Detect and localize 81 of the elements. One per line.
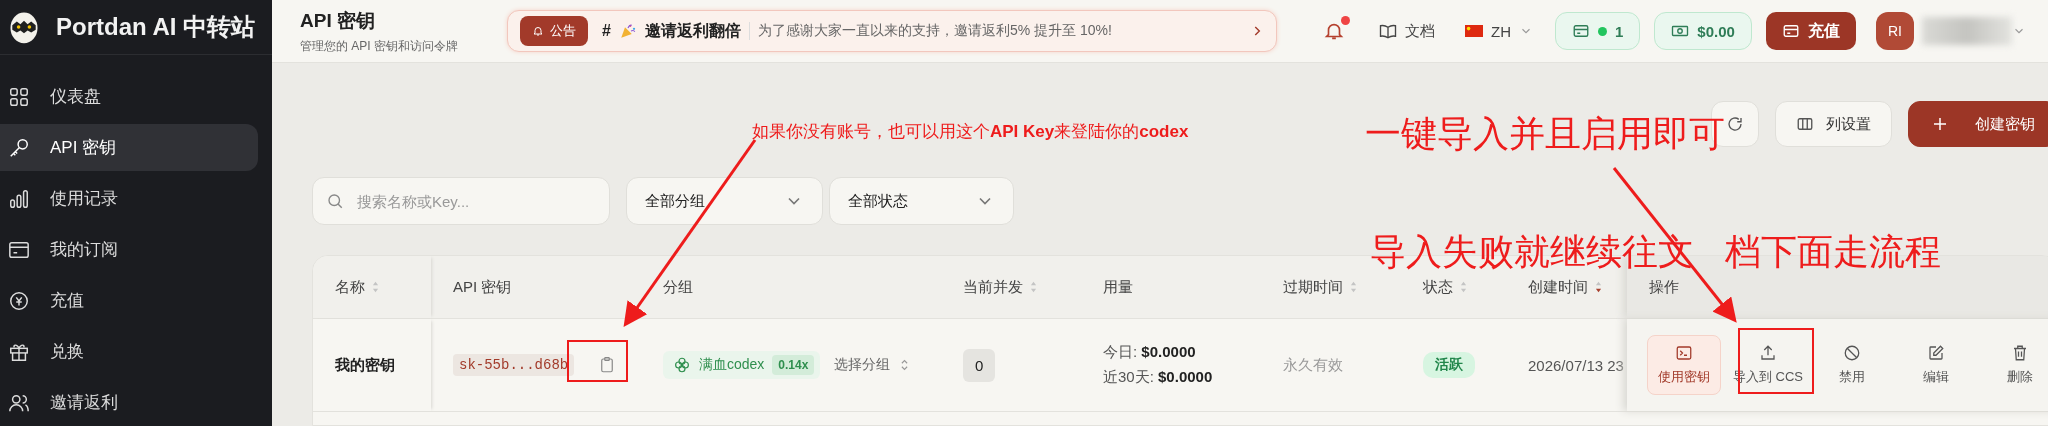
action-button[interactable]: 禁用: [1815, 335, 1889, 395]
party-popper-icon: [618, 22, 637, 40]
announcement-title: 邀请返利翻倍: [644, 20, 741, 41]
concurrency-count: 0: [963, 348, 996, 382]
sidebar-item[interactable]: 邀请返利: [0, 379, 258, 426]
column-header[interactable]: 过期时间: [1283, 277, 1358, 297]
bell-icon: [532, 25, 544, 37]
hash-mark: #: [602, 22, 611, 40]
page-subtitle: 管理您的 API 密钥和访问令牌: [300, 37, 459, 55]
group-select[interactable]: 选择分组: [834, 356, 910, 374]
sidebar-item[interactable]: 使用记录: [0, 175, 258, 222]
flag-icon: [1465, 25, 1483, 37]
created-time: 2026/07/13 23: [1528, 356, 1624, 374]
column-header[interactable]: 创建时间: [1528, 277, 1603, 297]
refresh-icon: [1726, 115, 1744, 133]
annotation-heading: 档下面走流程: [1725, 232, 1941, 272]
trash-icon: [2011, 344, 2029, 362]
sort-icon: [1349, 280, 1358, 294]
annotation-note: 如果你没有账号，也可以用这个API Key来登陆你的codex: [752, 121, 1189, 143]
edit-icon: [1927, 344, 1945, 362]
bar-chart-icon: [8, 187, 30, 210]
balance-pill[interactable]: $0.00: [1654, 12, 1752, 50]
annotation-heading: 一键导入并且启用即可: [1365, 112, 1725, 156]
sidebar-item[interactable]: API 密钥: [0, 124, 258, 171]
search-field[interactable]: 搜索名称或Key...: [312, 177, 610, 225]
terminal-icon: [1675, 344, 1693, 362]
sort-icon: [371, 280, 380, 294]
coin-icon: [8, 289, 30, 312]
create-key-button[interactable]: 创建密钥: [1908, 101, 2048, 147]
expiry-text: 永久有效: [1283, 355, 1343, 375]
user-avatar[interactable]: RI: [1875, 12, 1914, 50]
sidebar-item[interactable]: 充值: [0, 277, 258, 324]
search-icon: [326, 192, 344, 210]
brand-name: Portdan AI 中转站: [56, 12, 256, 42]
upload-icon: [1759, 344, 1777, 362]
plus-icon: [1931, 115, 1949, 133]
ban-icon: [1843, 344, 1861, 362]
sort-icon: [1029, 280, 1038, 294]
card-icon: [1572, 22, 1590, 40]
language-selector[interactable]: ZH: [1465, 22, 1533, 40]
announcement-banner[interactable]: 公告 # 邀请返利翻倍 为了感谢大家一直以来的支持，邀请返利5% 提升至 10%!: [507, 10, 1277, 52]
column-header[interactable]: 当前并发: [963, 277, 1038, 297]
column-header: 用量: [1103, 277, 1133, 297]
subscription-pill[interactable]: 1: [1555, 12, 1641, 50]
column-header[interactable]: 名称: [335, 277, 380, 297]
sidebar-item[interactable]: 我的订阅: [0, 226, 258, 273]
action-button[interactable]: 使用密钥: [1647, 335, 1721, 395]
recharge-button[interactable]: 充值: [1765, 12, 1856, 50]
column-header[interactable]: 状态: [1423, 277, 1468, 297]
rate-badge: 0.14x: [772, 355, 815, 375]
usage-today: 今日: $0.0000: [1103, 343, 1196, 362]
sort-icon: [1594, 280, 1603, 294]
highlight-box: [567, 340, 628, 382]
status-badge: 活跃: [1423, 352, 1475, 378]
column-header: 分组: [663, 277, 693, 297]
announcement-text: 为了感谢大家一直以来的支持，邀请返利5% 提升至 10%!: [757, 22, 1113, 40]
column-settings-button[interactable]: 列设置: [1775, 101, 1892, 147]
group-name: 满血codex: [699, 356, 765, 374]
status-dot: [1598, 26, 1607, 36]
updown-icon: [900, 358, 910, 372]
key-icon: [8, 136, 30, 159]
sidebar-item[interactable]: 仪表盘: [0, 73, 258, 120]
status-filter-dropdown[interactable]: 全部状态: [829, 177, 1014, 225]
sort-icon: [1459, 280, 1468, 294]
key-name: 我的密钥: [335, 355, 395, 375]
card-icon: [1781, 22, 1800, 40]
sidebar-item[interactable]: 兑换: [0, 328, 258, 375]
page-title: API 密钥: [300, 8, 376, 33]
action-button[interactable]: 删除: [1983, 335, 2048, 395]
column-header: 操作: [1649, 277, 1679, 297]
column-header: API 密钥: [453, 277, 512, 297]
book-icon: [1379, 22, 1397, 40]
knot-logo-icon: [673, 356, 691, 374]
group-filter-dropdown[interactable]: 全部分组: [626, 177, 823, 225]
usage-30-days: 近30天: $0.0000: [1103, 368, 1213, 387]
docs-link[interactable]: 文档: [1379, 21, 1435, 41]
action-button[interactable]: 编辑: [1899, 335, 1973, 395]
grid-icon: [8, 85, 30, 108]
api-key-value: sk-55b...d68b: [453, 354, 575, 376]
columns-icon: [1796, 115, 1814, 133]
announcement-badge: 公告: [520, 16, 588, 46]
